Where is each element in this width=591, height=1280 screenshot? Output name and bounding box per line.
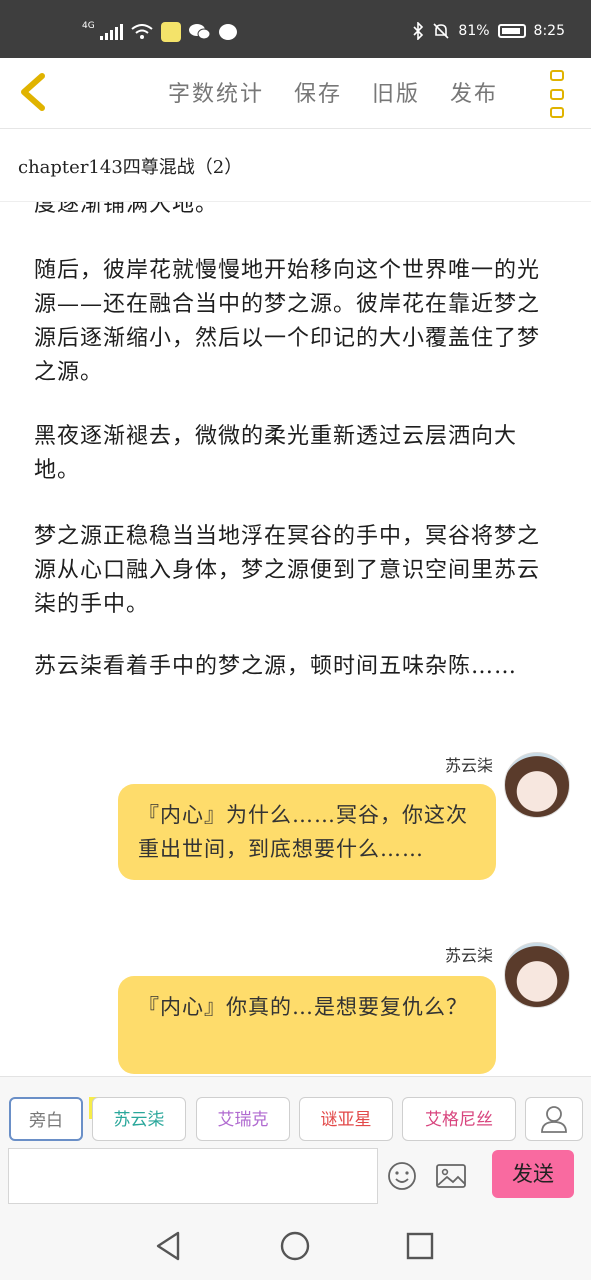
- chapter-title[interactable]: chapter143四尊混战（2）: [18, 153, 242, 179]
- nav-back-icon[interactable]: [150, 1226, 190, 1266]
- word-count-button[interactable]: 字数统计: [168, 76, 264, 108]
- speaker-name: 苏云柒: [444, 946, 493, 965]
- avatar[interactable]: [504, 942, 570, 1008]
- back-chevron-icon[interactable]: [16, 72, 50, 112]
- save-button[interactable]: 保存: [294, 76, 342, 108]
- status-left: 4G: [82, 21, 237, 42]
- character-chip[interactable]: 艾格尼丝: [402, 1097, 516, 1141]
- more-menu-icon[interactable]: [550, 70, 568, 118]
- speaker-name: 苏云柒: [444, 756, 493, 775]
- wechat-icon: [188, 24, 211, 40]
- input-bar: 发送: [0, 1146, 591, 1206]
- character-chip[interactable]: 艾瑞克: [196, 1097, 290, 1141]
- status-bar: 4G 81% 8:25: [0, 0, 591, 58]
- person-icon: [541, 1106, 567, 1133]
- header-actions: 字数统计 保存 旧版 发布: [168, 76, 498, 108]
- battery-icon: [497, 24, 526, 38]
- narration-button[interactable]: 旁白: [9, 1097, 83, 1141]
- message-icon: [218, 24, 237, 40]
- old-version-button[interactable]: 旧版: [372, 76, 420, 108]
- chapter-title-bar: chapter143四尊混战（2）: [0, 129, 591, 202]
- clock: 8:25: [533, 23, 565, 39]
- editor-header: 字数统计 保存 旧版 发布: [0, 58, 591, 129]
- status-right: 81% 8:25: [412, 22, 565, 40]
- story-paragraph: 梦之源正稳稳当当地浮在冥谷的手中，冥谷将梦之源从心口融入身体，梦之源便到了意识空…: [34, 524, 541, 617]
- network-type: 4G: [82, 21, 95, 31]
- send-button[interactable]: 发送: [492, 1150, 574, 1198]
- nav-recents-icon[interactable]: [400, 1226, 440, 1266]
- story-paragraph: 黑夜逐渐褪去，微微的柔光重新透过云层洒向大地。: [34, 424, 518, 483]
- character-selector: 旁白 主 苏云柒 艾瑞克 谜亚星 艾格尼丝: [0, 1076, 591, 1147]
- signal-icon: [99, 24, 123, 40]
- publish-button[interactable]: 发布: [450, 76, 498, 108]
- emoji-icon[interactable]: [385, 1160, 419, 1192]
- character-manage-button[interactable]: [525, 1097, 583, 1141]
- story-content[interactable]: 度逐渐铺满大地。 随后，彼岸花就慢慢地开始移向这个世界唯一的光源——还在融合当中…: [0, 202, 591, 1075]
- nav-home-icon[interactable]: [275, 1226, 315, 1266]
- story-paragraph: 随后，彼岸花就慢慢地开始移向这个世界唯一的光源——还在融合当中的梦之源。彼岸花在…: [34, 258, 541, 385]
- story-paragraph: 苏云柒看着手中的梦之源，顿时间五味杂陈……: [34, 654, 518, 679]
- character-chip[interactable]: 苏云柒: [92, 1097, 186, 1141]
- app-notification-icon: [160, 22, 181, 42]
- message-input[interactable]: [8, 1148, 378, 1204]
- wifi-icon: [131, 24, 153, 39]
- system-navigation-bar: [0, 1206, 591, 1280]
- story-paragraph: 度逐渐铺满大地。: [34, 202, 219, 217]
- character-chip[interactable]: 谜亚星: [299, 1097, 393, 1141]
- battery-percent: 81%: [458, 23, 490, 39]
- image-icon[interactable]: [434, 1160, 468, 1192]
- chat-bubble[interactable]: 『内心』为什么……冥谷，你这次重出世间，到底想要什么……: [118, 784, 496, 880]
- mute-bell-icon: [433, 23, 449, 39]
- bluetooth-icon: [413, 22, 424, 40]
- chat-bubble[interactable]: 『内心』你真的…是想要复仇么？: [118, 976, 496, 1074]
- avatar[interactable]: [504, 752, 570, 818]
